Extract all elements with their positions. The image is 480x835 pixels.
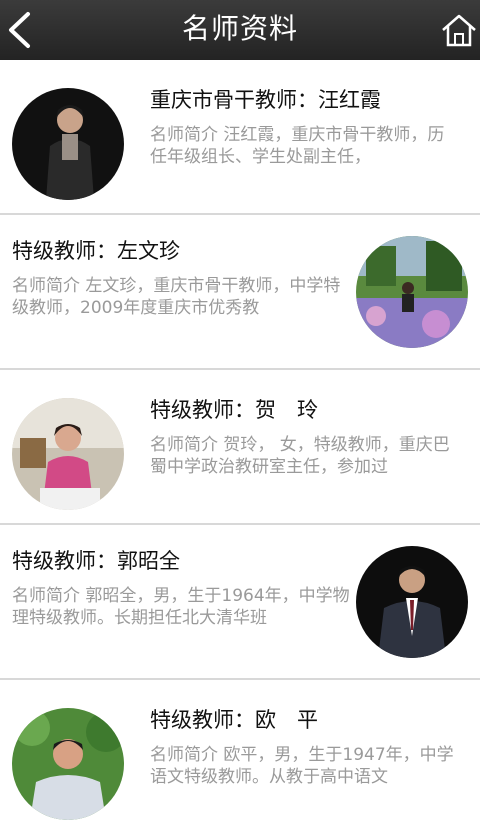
top-bar: 名师资料 xyxy=(0,0,480,60)
teacher-name: 特级教师：左文珍 xyxy=(12,239,180,263)
teacher-photo xyxy=(12,88,124,200)
teacher-photo xyxy=(356,236,468,348)
intro-label: 名师简介 xyxy=(12,586,80,606)
teacher-intro: 名师简介 汪红霞，重庆市骨干教师，历任年级组长、学生处副主任， xyxy=(150,124,455,168)
intro-label: 名师简介 xyxy=(12,276,80,296)
teacher-card[interactable]: 特级教师：欧 平 名师简介 欧平，男，生于1947年，中学语文特级教师。从教于高… xyxy=(0,680,480,835)
teacher-intro: 名师简介 郭昭全，男，生于1964年，中学物理特级教师。长期担任北大清华班 xyxy=(12,585,352,629)
teacher-card[interactable]: 特级教师：左文珍 名师简介 左文珍，重庆市骨干教师，中学特级教师，2009年度重… xyxy=(0,215,480,370)
teacher-intro: 名师简介 左文珍，重庆市骨干教师，中学特级教师，2009年度重庆市优秀教 xyxy=(12,275,352,319)
teacher-card[interactable]: 特级教师：郭昭全 名师简介 郭昭全，男，生于1964年，中学物理特级教师。长期担… xyxy=(0,525,480,680)
teacher-intro: 名师简介 欧平，男，生于1947年，中学语文特级教师。从教于高中语文 xyxy=(150,744,465,788)
intro-label: 名师简介 xyxy=(150,435,218,455)
teacher-name: 特级教师：贺 玲 xyxy=(150,398,318,422)
intro-label: 名师简介 xyxy=(150,125,218,145)
teacher-intro: 名师简介 贺玲， 女，特级教师，重庆巴蜀中学政治教研室主任，参加过 xyxy=(150,434,465,478)
home-button[interactable] xyxy=(438,8,480,52)
teacher-photo xyxy=(12,708,124,820)
teacher-photo xyxy=(356,546,468,658)
page-title: 名师资料 xyxy=(181,12,298,45)
teacher-list: 重庆市骨干教师：汪红霞 名师简介 汪红霞，重庆市骨干教师，历任年级组长、学生处副… xyxy=(0,60,480,835)
teacher-name: 特级教师：郭昭全 xyxy=(12,549,180,573)
teacher-photo xyxy=(12,398,124,510)
teacher-name: 重庆市骨干教师：汪红霞 xyxy=(150,88,381,112)
intro-label: 名师简介 xyxy=(150,745,218,765)
teacher-card[interactable]: 重庆市骨干教师：汪红霞 名师简介 汪红霞，重庆市骨干教师，历任年级组长、学生处副… xyxy=(0,60,480,215)
home-icon xyxy=(442,14,476,47)
teacher-name: 特级教师：欧 平 xyxy=(150,708,318,732)
teacher-card[interactable]: 特级教师：贺 玲 名师简介 贺玲， 女，特级教师，重庆巴蜀中学政治教研室主任，参… xyxy=(0,370,480,525)
